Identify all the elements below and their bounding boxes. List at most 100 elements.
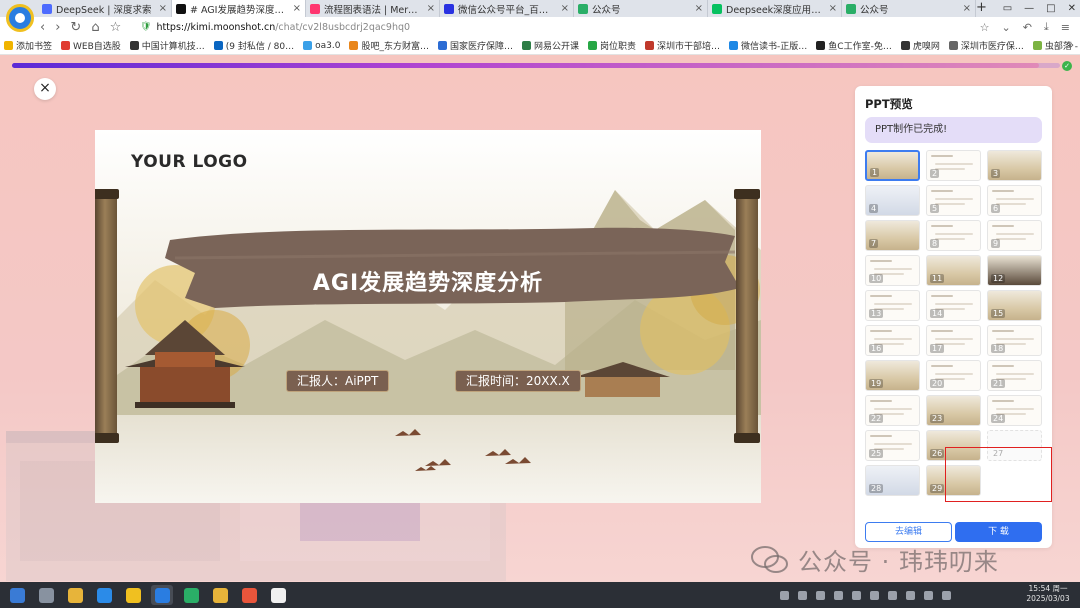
slide-thumbnail[interactable]: 4 (865, 185, 920, 216)
slide-thumbnail[interactable]: 13 (865, 290, 920, 321)
tab-close-icon[interactable]: × (695, 3, 703, 14)
home-icon[interactable]: ⌂ (91, 20, 99, 35)
reload-icon[interactable]: ↻ (70, 20, 81, 35)
taskbar-browser-2-icon[interactable] (122, 585, 144, 605)
slide-thumbnail[interactable]: 15 (987, 290, 1042, 321)
bookmark-label: 鱼C工作室-免… (828, 42, 892, 52)
browser-tab[interactable]: 公众号 × (574, 0, 708, 17)
slide-thumbnail[interactable]: 17 (926, 325, 981, 356)
tab-close-icon[interactable]: × (963, 3, 971, 14)
bookmark-item[interactable]: 虎嗅网 (900, 39, 940, 52)
url-input[interactable]: 🛡 https://kimi.moonshot.cn/chat/cv2l8usb… (140, 19, 970, 35)
volume-icon[interactable] (924, 590, 933, 600)
taskbar-folder-icon[interactable] (209, 585, 231, 605)
browser-tab[interactable]: # AGI发展趋势深度分析 #× (172, 0, 306, 17)
bookmark-item[interactable]: 鱼C工作室-免… (816, 39, 892, 52)
browser-logo-icon[interactable] (6, 4, 34, 32)
bookmark-star-icon[interactable]: ☆ (110, 20, 122, 35)
download-icon[interactable]: ⤓ (1044, 20, 1049, 34)
slide-thumbnail[interactable]: 3 (987, 150, 1042, 181)
bookmark-item[interactable]: 股吧_东方财富… (349, 39, 429, 52)
bookmark-item[interactable]: 网易公开课 (521, 39, 579, 52)
bookmark-item[interactable]: 国家医疗保障… (437, 39, 513, 52)
window-close-icon[interactable]: ✕ (1068, 3, 1076, 14)
maximize-icon[interactable]: □ (1046, 3, 1055, 14)
bookmark-item[interactable]: WEB自选股 (61, 39, 121, 52)
tab-close-icon[interactable]: × (829, 3, 837, 14)
taskbar-browser-icon[interactable] (151, 585, 173, 605)
slide-thumbnail[interactable]: 16 (865, 325, 920, 356)
bookmark-item[interactable]: 添加书签 (4, 39, 52, 52)
thumbnail-number: 13 (869, 309, 884, 318)
slide-thumbnail[interactable]: 24 (987, 395, 1042, 426)
bookmark-favicon-icon (213, 41, 223, 50)
tray-app-icon[interactable] (870, 590, 879, 600)
new-tab-button[interactable]: + (976, 0, 990, 17)
bookmark-item[interactable]: 中国计算机技… (129, 39, 205, 52)
slide-thumbnail[interactable]: 21 (987, 360, 1042, 391)
slide-thumbnail[interactable]: 1 (865, 150, 920, 181)
slide-thumbnail[interactable]: 20 (926, 360, 981, 391)
bookmark-item[interactable]: 微信读书-正版… (729, 39, 807, 52)
restore-icon[interactable]: ▭ (1003, 3, 1012, 14)
back-icon[interactable]: ‹ (40, 20, 45, 35)
bookmarks-more-icon[interactable]: » (1068, 40, 1074, 51)
network-icon[interactable] (906, 590, 915, 600)
slide-thumbnail[interactable]: 10 (865, 255, 920, 286)
bookmark-item[interactable]: oa3.0 (303, 41, 340, 51)
slide-thumbnail[interactable]: 14 (926, 290, 981, 321)
notification-icon[interactable] (942, 590, 951, 600)
browser-tab[interactable]: 流程图表语法 | Mermaid 中× (306, 0, 440, 17)
menu-icon[interactable]: ≡ (1061, 21, 1070, 34)
slide-thumbnail[interactable]: 25 (865, 430, 920, 461)
browser-tab[interactable]: Deepseek深度应用指南--× (708, 0, 842, 17)
tray-app-icon[interactable] (798, 590, 807, 600)
bluetooth-icon[interactable] (780, 590, 789, 600)
slide-thumbnail[interactable]: 22 (865, 395, 920, 426)
bookmark-item[interactable]: (9 封私信 / 80… (213, 39, 295, 52)
taskbar-wechat-icon[interactable] (180, 585, 202, 605)
slide-thumbnail[interactable]: 28 (865, 465, 920, 496)
tab-close-icon[interactable]: × (293, 3, 301, 14)
slide-thumbnail[interactable]: 18 (987, 325, 1042, 356)
slide-thumbnail[interactable]: 12 (987, 255, 1042, 286)
clock[interactable]: 15:54 周一 2025/03/03 (1020, 584, 1076, 604)
slide-thumbnail[interactable]: 11 (926, 255, 981, 286)
bookmark-item[interactable]: 岗位职责 (588, 39, 636, 52)
undo-icon[interactable]: ↶ (1023, 21, 1032, 34)
slide-thumbnail[interactable]: 7 (865, 220, 920, 251)
minimize-icon[interactable]: — (1024, 3, 1034, 14)
download-button[interactable]: 下 载 (955, 522, 1042, 542)
bookmark-item[interactable]: 深圳市干部培… (645, 39, 720, 52)
tab-close-icon[interactable]: × (427, 3, 435, 14)
tab-close-icon[interactable]: × (561, 3, 569, 14)
browser-tab[interactable]: 微信公众号平台_百度搜索 × (440, 0, 574, 17)
slide-thumbnail[interactable]: 9 (987, 220, 1042, 251)
slide-thumbnail[interactable]: 19 (865, 360, 920, 391)
browser-tab[interactable]: DeepSeek | 深度求索 × (38, 0, 172, 17)
bookmark-label: (9 封私信 / 80… (225, 42, 295, 52)
slide-thumbnail[interactable]: 8 (926, 220, 981, 251)
browser-tab[interactable]: 公众号 × (842, 0, 976, 17)
tray-app-icon[interactable] (852, 590, 861, 600)
tray-app-icon[interactable] (816, 590, 825, 600)
taskbar-app-store-icon[interactable] (93, 585, 115, 605)
slide-thumbnail[interactable]: 2 (926, 150, 981, 181)
keyboard-icon[interactable] (888, 590, 897, 600)
favorite-icon[interactable]: ☆ (980, 21, 990, 34)
slide-thumbnail[interactable]: 23 (926, 395, 981, 426)
taskbar-notes-icon[interactable] (267, 585, 289, 605)
bookmark-item[interactable]: 深圳市医疗保… (948, 39, 1024, 52)
forward-icon[interactable]: › (55, 20, 60, 35)
taskbar-launcher-icon[interactable] (6, 585, 28, 605)
dropdown-icon[interactable]: ⌄ (1001, 21, 1010, 34)
taskbar-file-manager-icon[interactable] (64, 585, 86, 605)
tray-app-icon[interactable] (834, 590, 843, 600)
taskbar-image-viewer-icon[interactable] (238, 585, 260, 605)
taskbar-multitask-icon[interactable] (35, 585, 57, 605)
slide-thumbnail[interactable]: 5 (926, 185, 981, 216)
tab-close-icon[interactable]: × (159, 3, 167, 14)
slide-thumbnail[interactable]: 6 (987, 185, 1042, 216)
edit-button[interactable]: 去编辑 (865, 522, 952, 542)
close-button[interactable]: × (34, 78, 56, 100)
